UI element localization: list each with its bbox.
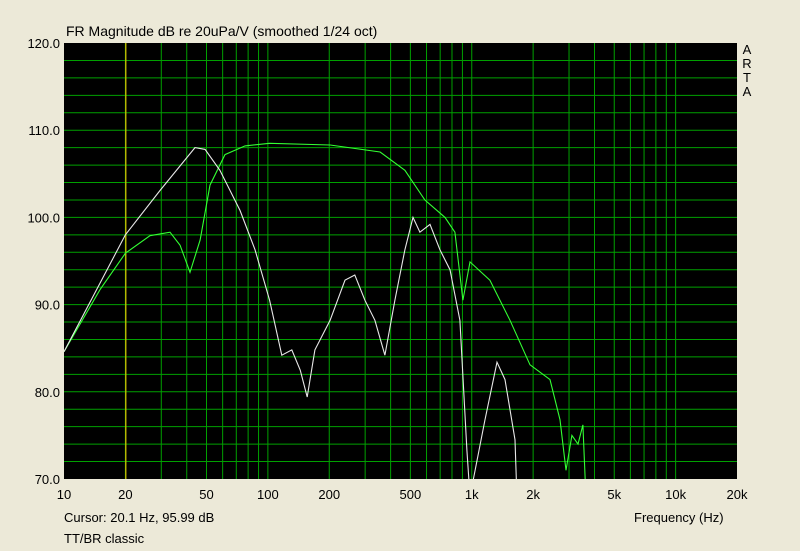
logo-letter: T <box>743 70 751 85</box>
cursor-readout: Cursor: 20.1 Hz, 95.99 dB <box>64 510 215 525</box>
x-tick-label: 20k <box>727 487 748 502</box>
chart-title: FR Magnitude dB re 20uPa/V (smoothed 1/2… <box>66 23 378 39</box>
y-tick-label: 100.0 <box>27 210 60 225</box>
arta-logo: A R T A <box>741 43 753 99</box>
x-tick-label: 50 <box>199 487 213 502</box>
plot-area <box>64 43 737 479</box>
y-tick-label: 80.0 <box>35 385 60 400</box>
x-tick-label: 5k <box>607 487 621 502</box>
frequency-response-chart[interactable]: 120.0 110.0 100.0 90.0 80.0 70.010 20 50 100 200 5… <box>0 0 800 551</box>
mode-label: TT/BR classic <box>64 531 145 546</box>
x-axis-label: Frequency (Hz) <box>634 510 724 525</box>
x-tick-label: 20 <box>118 487 132 502</box>
x-tick-label: 2k <box>526 487 540 502</box>
y-tick-label: 90.0 <box>35 298 60 313</box>
x-tick-label: 200 <box>318 487 340 502</box>
logo-letter: A <box>742 42 752 57</box>
y-tick-label: 110.0 <box>28 123 60 138</box>
x-tick-label: 10 <box>57 487 71 502</box>
y-tick-label: 120.0 <box>27 36 60 51</box>
x-tick-label: 10k <box>665 487 686 502</box>
y-tick-label: 70.0 <box>35 472 60 487</box>
x-tick-label: 1k <box>465 487 479 502</box>
logo-letter: R <box>742 56 752 71</box>
x-tick-label: 100 <box>257 487 279 502</box>
logo-letter: A <box>742 84 752 99</box>
x-tick-label: 500 <box>400 487 422 502</box>
